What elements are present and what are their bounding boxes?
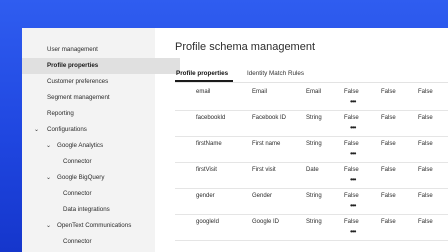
property-name: firstVisit — [196, 167, 217, 173]
property-flag: False — [344, 141, 359, 147]
property-display-name: First name — [252, 141, 281, 147]
more-actions-icon[interactable]: ••• — [350, 98, 356, 106]
tab-profile-properties[interactable]: Profile properties — [176, 70, 228, 77]
property-type: Email — [306, 89, 322, 95]
sidebar: User management Profile properties Custo… — [22, 28, 180, 252]
table-row[interactable]: facebookId Facebook ID String False Fals… — [175, 110, 448, 137]
page-title: Profile schema management — [175, 41, 316, 53]
table-row[interactable]: email Email Email False False False ••• — [175, 84, 448, 111]
sidebar-item-label: Data integrations — [63, 206, 110, 213]
property-flag: False — [381, 141, 396, 147]
sidebar-item-label: Reporting — [47, 110, 74, 117]
sidebar-item-label: Connector — [63, 158, 92, 165]
main-panel: Profile schema management Profile proper… — [155, 28, 448, 252]
property-flag: False — [418, 141, 433, 147]
property-name: email — [196, 89, 211, 95]
property-display-name: Gender — [252, 193, 273, 199]
table-row[interactable]: firstVisit First visit Date False False … — [175, 162, 448, 189]
property-display-name: First visit — [252, 167, 276, 173]
sidebar-item-label: Connector — [63, 238, 92, 245]
sidebar-item-label: Connector — [63, 190, 92, 197]
tab-divider — [175, 82, 448, 83]
table-row[interactable]: firstName First name String False False … — [175, 136, 448, 163]
property-name: firstName — [196, 141, 222, 147]
property-flag: False — [381, 115, 396, 121]
property-flag: False — [418, 115, 433, 121]
property-flag: False — [381, 167, 396, 173]
property-name: gender — [196, 193, 215, 199]
property-flag: False — [418, 193, 433, 199]
property-flag: False — [344, 115, 359, 121]
app-window: User management Profile properties Custo… — [22, 28, 448, 252]
more-actions-icon[interactable]: ••• — [350, 202, 356, 210]
chevron-down-icon: ⌄ — [46, 175, 52, 181]
property-flag: False — [381, 219, 396, 225]
property-flag: False — [344, 89, 359, 95]
property-flag: False — [381, 193, 396, 199]
sidebar-item-label: Google Analytics — [57, 142, 104, 149]
sidebar-item-label: Segment management — [47, 94, 110, 101]
property-display-name: Google ID — [252, 219, 280, 225]
chevron-down-icon: ⌄ — [34, 127, 40, 133]
property-type: String — [306, 193, 322, 199]
chevron-down-icon: ⌄ — [46, 143, 52, 149]
property-name: facebookId — [196, 115, 226, 121]
table-row[interactable]: googleId Google ID String False False Fa… — [175, 214, 448, 241]
sidebar-item-label: Configurations — [47, 126, 87, 133]
property-flag: False — [344, 167, 359, 173]
tab-identity-match-rules[interactable]: Identity Match Rules — [247, 70, 304, 77]
property-flag: False — [344, 193, 359, 199]
more-actions-icon[interactable]: ••• — [350, 228, 356, 236]
property-type: String — [306, 219, 322, 225]
sidebar-item-label: Profile properties — [47, 62, 99, 69]
property-type: String — [306, 115, 322, 121]
more-actions-icon[interactable]: ••• — [350, 150, 356, 158]
sidebar-item-label: Customer preferences — [47, 78, 109, 85]
property-flag: False — [418, 167, 433, 173]
more-actions-icon[interactable]: ••• — [350, 124, 356, 132]
sidebar-item-label: OpenText Communications — [57, 222, 132, 229]
sidebar-item-label: User management — [47, 46, 98, 53]
property-flag: False — [418, 219, 433, 225]
chevron-down-icon: ⌄ — [46, 223, 52, 229]
property-display-name: Email — [252, 89, 268, 95]
sidebar-item-label: Google BigQuery — [57, 174, 105, 181]
property-flag: False — [418, 89, 433, 95]
property-flag: False — [381, 89, 396, 95]
table-row[interactable]: gender Gender String False False False •… — [175, 188, 448, 215]
property-type: String — [306, 141, 322, 147]
property-flag: False — [344, 219, 359, 225]
property-name: googleId — [196, 219, 220, 225]
property-display-name: Facebook ID — [252, 115, 287, 121]
more-actions-icon[interactable]: ••• — [350, 176, 356, 184]
property-type: Date — [306, 167, 319, 173]
